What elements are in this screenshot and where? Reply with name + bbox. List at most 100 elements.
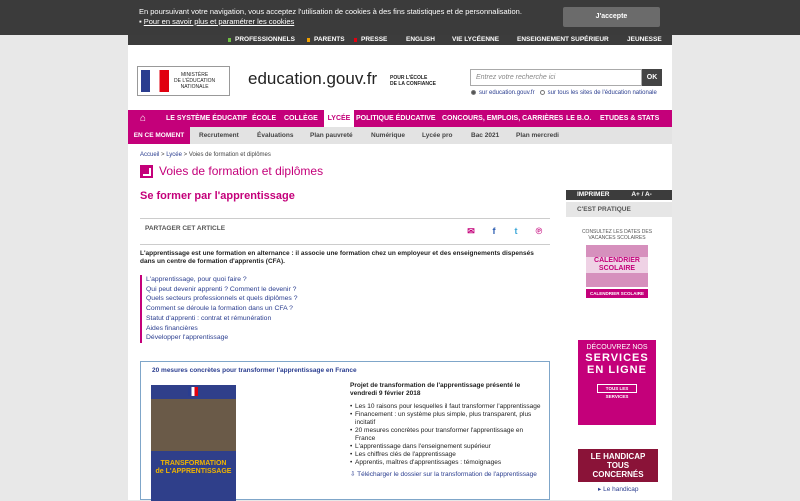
download-link-label: Télécharger le dossier sur la transforma… bbox=[357, 471, 537, 478]
download-icon: ⇩ bbox=[350, 471, 356, 478]
feature-list: Les 10 raisons pour lesquelles il faut t… bbox=[350, 403, 545, 467]
bullet-icon bbox=[354, 38, 357, 42]
handicap-link[interactable]: ▸ Le handicap bbox=[578, 485, 656, 493]
nav-concours[interactable]: CONCOURS, EMPLOIS, CARRIÈRES bbox=[442, 110, 563, 127]
marianne-icon bbox=[188, 387, 198, 396]
topnav-presse[interactable]: PRESSE bbox=[361, 36, 387, 43]
list-item[interactable]: 20 mesures concrètes pour transformer l'… bbox=[350, 427, 545, 443]
feature-box-heading: Projet de transformation de l'apprentiss… bbox=[350, 382, 521, 397]
download-link[interactable]: ⇩ Télécharger le dossier sur la transfor… bbox=[350, 471, 545, 479]
search-button[interactable]: OK bbox=[642, 69, 662, 86]
share-bar: PARTAGER CET ARTICLE ✉ f t ℗ bbox=[140, 218, 550, 245]
list-item[interactable]: Financement : un système plus simple, pl… bbox=[350, 411, 545, 427]
toc-item[interactable]: Aides financières bbox=[146, 324, 298, 334]
top-nav: PROFESSIONNELS PARENTS PRESSE ENGLISH VI… bbox=[128, 35, 672, 45]
subnav-lycee-pro[interactable]: Lycée pro bbox=[422, 127, 452, 144]
nav-lycee-active[interactable]: LYCÉE bbox=[324, 110, 354, 128]
nav-systeme-educatif[interactable]: LE SYSTÈME ÉDUCATIF bbox=[166, 110, 247, 127]
marianne-icon bbox=[141, 70, 169, 92]
pinterest-icon[interactable]: ℗ bbox=[534, 226, 544, 236]
main-nav: ⌂ LE SYSTÈME ÉDUCATIF ÉCOLE COLLÈGE POLI… bbox=[128, 110, 672, 127]
sidebar: IMPRIMER A+ / A- C'EST PRATIQUE CONSULTE… bbox=[566, 190, 672, 493]
nav-college[interactable]: COLLÈGE bbox=[284, 110, 318, 127]
facebook-icon[interactable]: f bbox=[489, 226, 499, 236]
calendar-promo-text: CONSULTEZ LES DATES DES VACANCES SCOLAIR… bbox=[581, 229, 653, 241]
radio-site-label: sur education.gouv.fr bbox=[479, 90, 535, 97]
toc-item[interactable]: Quels secteurs professionnels et quels d… bbox=[146, 294, 298, 304]
subnav-plan-pauvrete[interactable]: Plan pauvreté bbox=[310, 127, 353, 144]
feature-box-content: Projet de transformation de l'apprentiss… bbox=[350, 382, 545, 479]
bullet-icon bbox=[307, 38, 310, 42]
feature-box-title[interactable]: 20 mesures concrètes pour transformer l'… bbox=[152, 367, 357, 374]
table-of-contents: L'apprentissage, pour quoi faire ? Qui p… bbox=[140, 275, 298, 343]
feature-box: 20 mesures concrètes pour transformer l'… bbox=[140, 361, 550, 501]
services-promo[interactable]: DÉCOUVREZ NOS SERVICES EN LIGNE TOUS LES… bbox=[578, 340, 656, 425]
cookie-text: En poursuivant votre navigation, vous ac… bbox=[139, 7, 522, 16]
cookie-message: En poursuivant votre navigation, vous ac… bbox=[139, 7, 522, 26]
ministry-logo[interactable]: MINISTÈRE DE L'ÉDUCATION NATIONALE bbox=[137, 66, 230, 96]
radio-all-label: sur tous les sites de l'éducation nation… bbox=[547, 90, 657, 97]
section-title: Voies de formation et diplômes bbox=[140, 164, 324, 179]
font-size-button[interactable]: A+ / A- bbox=[631, 191, 652, 198]
breadcrumb-lycee[interactable]: Lycée bbox=[166, 152, 182, 158]
toc-item[interactable]: Comment se déroule la formation dans un … bbox=[146, 304, 298, 314]
subnav-recrutement[interactable]: Recrutement bbox=[199, 127, 239, 144]
site-name[interactable]: education.gouv.fr bbox=[248, 69, 377, 89]
breadcrumb: Accueil > Lycée > Voies de formation et … bbox=[140, 152, 271, 158]
sub-nav: EN CE MOMENT Recrutement Évaluations Pla… bbox=[128, 127, 672, 144]
email-icon[interactable]: ✉ bbox=[466, 226, 476, 236]
list-item[interactable]: L'apprentissage dans l'enseignement supé… bbox=[350, 443, 545, 451]
calendar-promo-title: CALENDRIER SCOLAIRE bbox=[586, 257, 648, 273]
handicap-promo[interactable]: LE HANDICAP TOUS CONCERNÉS ▸ Le handicap bbox=[578, 449, 658, 493]
topnav-enseignement-superieur[interactable]: ENSEIGNEMENT SUPÉRIEUR bbox=[517, 36, 609, 43]
subnav-bac-2021[interactable]: Bac 2021 bbox=[471, 127, 499, 144]
nav-etudes-stats[interactable]: ETUDES & STATS bbox=[600, 110, 659, 127]
list-item[interactable]: Les 10 raisons pour lesquelles il faut t… bbox=[350, 403, 545, 411]
home-icon[interactable]: ⌂ bbox=[140, 110, 146, 127]
list-item[interactable]: Les chiffres clés de l'apprentissage bbox=[350, 451, 545, 459]
toc-item[interactable]: Qui peut devenir apprenti ? Comment le d… bbox=[146, 285, 298, 295]
section-title-text: Voies de formation et diplômes bbox=[159, 164, 324, 178]
cookie-settings-link[interactable]: Pour en savoir plus et paramétrer les co… bbox=[144, 17, 295, 26]
topnav-parents[interactable]: PARENTS bbox=[314, 36, 345, 43]
toc-item[interactable]: L'apprentissage, pour quoi faire ? bbox=[146, 275, 298, 285]
subnav-evaluations[interactable]: Évaluations bbox=[257, 127, 293, 144]
slogan: POUR L'ÉCOLE DE LA CONFIANCE bbox=[390, 75, 436, 87]
search-scope: sur education.gouv.fr sur tous les sites… bbox=[471, 90, 657, 96]
topnav-english[interactable]: ENGLISH bbox=[406, 36, 435, 43]
twitter-icon[interactable]: t bbox=[511, 226, 521, 236]
bullet-icon bbox=[228, 38, 231, 42]
list-item[interactable]: Apprentis, maîtres d'apprentissages : té… bbox=[350, 459, 545, 467]
share-label: PARTAGER CET ARTICLE bbox=[145, 225, 226, 232]
print-button[interactable]: IMPRIMER bbox=[577, 191, 610, 198]
topnav-professionnels[interactable]: PROFESSIONNELS bbox=[235, 36, 295, 43]
topnav-vie-lyceenne[interactable]: VIE LYCÉENNE bbox=[452, 36, 499, 43]
nav-politique-educative[interactable]: POLITIQUE ÉDUCATIVE bbox=[356, 110, 436, 127]
handicap-banner[interactable]: LE HANDICAP TOUS CONCERNÉS bbox=[578, 449, 658, 482]
dossier-cover-image[interactable]: TRANSFORMATION de L'APPRENTISSAGE bbox=[151, 385, 236, 501]
radio-site[interactable] bbox=[471, 90, 476, 95]
calendar-promo-button[interactable]: CALENDRIER SCOLAIRE bbox=[586, 289, 648, 298]
toc-item[interactable]: Développer l'apprentissage bbox=[146, 333, 298, 343]
handicap-link-label: Le handicap bbox=[603, 486, 639, 493]
nav-ecole[interactable]: ÉCOLE bbox=[252, 110, 276, 127]
subnav-plan-mercredi[interactable]: Plan mercredi bbox=[516, 127, 559, 144]
calendar-promo[interactable]: CONSULTEZ LES DATES DES VACANCES SCOLAIR… bbox=[578, 229, 656, 309]
cookie-banner: En poursuivant votre navigation, vous ac… bbox=[0, 0, 800, 35]
topnav-jeunesse[interactable]: JEUNESSE bbox=[627, 36, 662, 43]
cookie-accept-button[interactable]: J'accepte bbox=[563, 7, 660, 27]
services-promo-line2: SERVICES bbox=[585, 352, 649, 364]
nav-bo[interactable]: LE B.O. bbox=[566, 110, 591, 127]
slogan-line-2: DE LA CONFIANCE bbox=[390, 81, 436, 87]
print-bar: IMPRIMER A+ / A- bbox=[566, 190, 672, 200]
workshop-photo bbox=[151, 399, 236, 451]
page-container: PROFESSIONNELS PARENTS PRESSE ENGLISH VI… bbox=[128, 35, 672, 501]
radio-all[interactable] bbox=[539, 90, 545, 95]
subnav-numerique[interactable]: Numérique bbox=[371, 127, 405, 144]
ministry-name: MINISTÈRE DE L'ÉDUCATION NATIONALE bbox=[174, 72, 216, 90]
all-services-button[interactable]: TOUS LES SERVICES bbox=[597, 384, 637, 399]
toc-item[interactable]: Statut d'apprenti : contrat et rémunérat… bbox=[146, 314, 298, 324]
breadcrumb-current: Voies de formation et diplômes bbox=[188, 152, 271, 158]
search-input[interactable]: Entrez votre recherche ici bbox=[470, 69, 642, 86]
breadcrumb-accueil[interactable]: Accueil bbox=[140, 152, 159, 158]
